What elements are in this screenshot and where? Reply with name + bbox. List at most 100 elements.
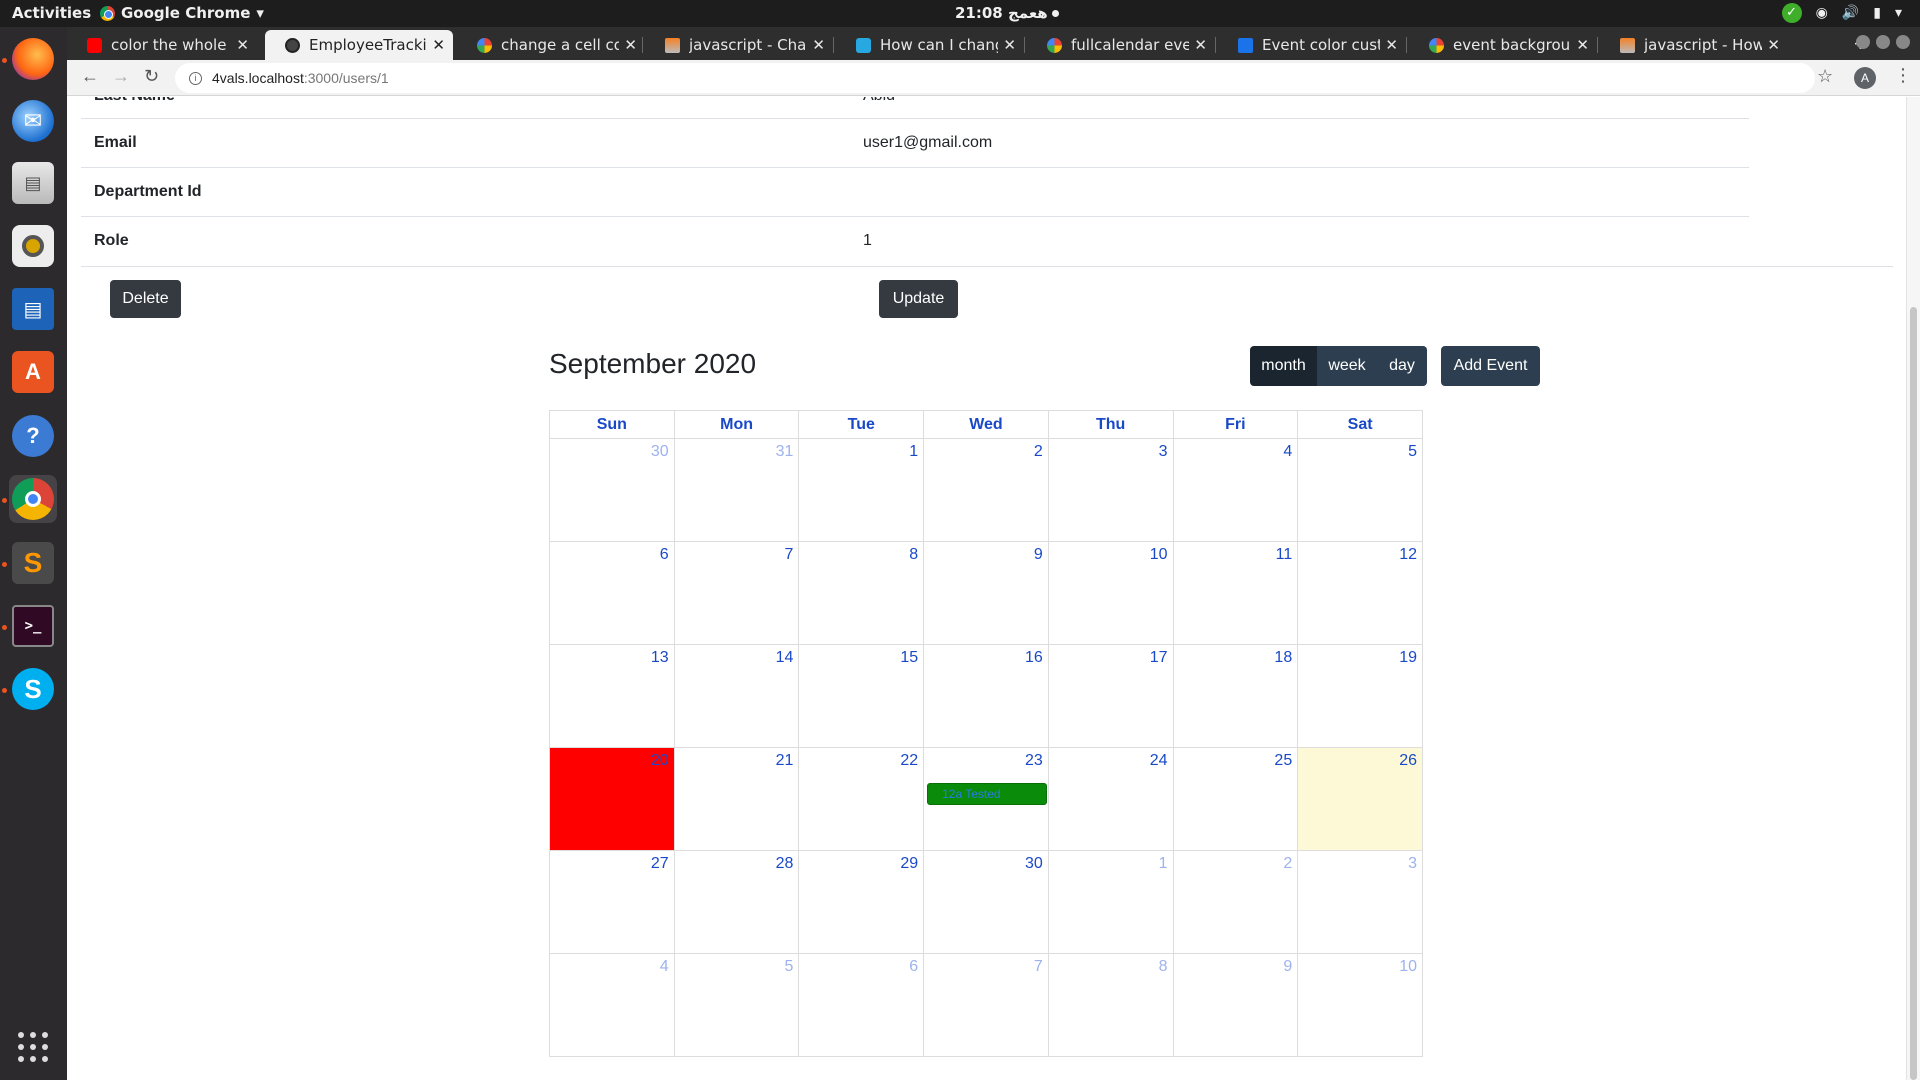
help-launcher[interactable]: ?: [9, 412, 57, 460]
day-number[interactable]: 7: [1034, 958, 1043, 976]
tab-employee-tracking[interactable]: EmployeeTracking ✕: [265, 30, 453, 60]
calendar-day-cell[interactable]: 28: [673, 850, 800, 954]
calendar-day-cell[interactable]: 30: [549, 438, 675, 542]
calendar-day-cell[interactable]: 2: [923, 438, 1049, 542]
day-number[interactable]: 11: [1276, 546, 1293, 564]
tab-javascript-change[interactable]: javascript - Chang ✕: [645, 30, 833, 60]
calendar-day-cell[interactable]: 10: [1297, 953, 1423, 1057]
day-number[interactable]: 10: [1150, 546, 1168, 564]
calendar-day-cell[interactable]: 18: [1172, 644, 1299, 748]
calendar-day-cell[interactable]: 9: [1172, 953, 1299, 1057]
calendar-day-cell[interactable]: 15: [798, 644, 925, 748]
day-number[interactable]: 15: [900, 649, 918, 667]
terminal-launcher[interactable]: >_: [9, 602, 57, 650]
week-view-button[interactable]: week: [1317, 346, 1377, 386]
calendar-day-cell[interactable]: 16: [923, 644, 1049, 748]
calendar-day-cell[interactable]: 13: [549, 644, 675, 748]
day-number[interactable]: 3: [1159, 443, 1168, 461]
close-window-button[interactable]: [1896, 35, 1910, 49]
day-number[interactable]: 3: [1408, 855, 1417, 873]
tab-javascript-how[interactable]: javascript - How d ✕: [1600, 30, 1788, 60]
rhythmbox-launcher[interactable]: [9, 222, 57, 270]
chrome-launcher[interactable]: [9, 475, 57, 523]
software-launcher[interactable]: A: [9, 348, 57, 396]
day-number[interactable]: 1: [909, 443, 918, 461]
files-launcher[interactable]: ▤: [9, 159, 57, 207]
calendar-day-cell[interactable]: 23 12a Tested: [923, 747, 1049, 851]
calendar-day-cell[interactable]: 30: [923, 850, 1049, 954]
tab-event-color-custom[interactable]: Event color custo ✕: [1218, 30, 1406, 60]
calendar-day-cell[interactable]: 6: [549, 541, 675, 645]
calendar-day-cell[interactable]: 31: [673, 438, 800, 542]
close-icon[interactable]: ✕: [1003, 36, 1016, 54]
calendar-day-cell[interactable]: 3: [1297, 850, 1423, 954]
back-icon[interactable]: ←: [81, 66, 99, 87]
calendar-day-cell[interactable]: 22: [798, 747, 925, 851]
day-number[interactable]: 17: [1150, 649, 1168, 667]
day-number[interactable]: 29: [900, 855, 918, 873]
thunderbird-launcher[interactable]: ✉: [9, 97, 57, 145]
calendar-day-cell[interactable]: 1: [1047, 850, 1174, 954]
close-icon[interactable]: ✕: [1385, 36, 1398, 54]
calendar-day-cell[interactable]: 4: [549, 953, 675, 1057]
calendar-day-cell[interactable]: 4: [1172, 438, 1299, 542]
day-view-button[interactable]: day: [1377, 346, 1427, 386]
day-number[interactable]: 7: [785, 546, 794, 564]
close-icon[interactable]: ✕: [1576, 36, 1589, 54]
month-view-button[interactable]: month: [1250, 346, 1317, 386]
close-icon[interactable]: ✕: [812, 36, 825, 54]
day-number[interactable]: 30: [651, 443, 669, 461]
tab-color-the-whole-cell[interactable]: color the whole ce ✕: [67, 30, 257, 60]
calendar-day-cell[interactable]: 1: [798, 438, 925, 542]
writer-launcher[interactable]: ▤: [9, 285, 57, 333]
day-number[interactable]: 8: [1159, 958, 1168, 976]
firefox-launcher[interactable]: [9, 35, 57, 83]
calendar-day-cell[interactable]: 5: [673, 953, 800, 1057]
calendar-event[interactable]: 12a Tested: [927, 783, 1048, 805]
day-number[interactable]: 27: [651, 855, 669, 873]
day-number[interactable]: 6: [660, 546, 669, 564]
day-number[interactable]: 9: [1283, 958, 1292, 976]
delete-button[interactable]: Delete: [110, 280, 181, 318]
tab-event-background[interactable]: event background ✕: [1409, 30, 1597, 60]
calendar-day-cell[interactable]: 26: [1297, 747, 1423, 851]
update-check-icon[interactable]: ✓: [1781, 3, 1802, 23]
calendar-day-cell[interactable]: 11: [1172, 541, 1299, 645]
day-number[interactable]: 14: [776, 649, 794, 667]
calendar-day-cell[interactable]: 8: [798, 541, 925, 645]
day-number[interactable]: 21: [776, 752, 794, 770]
clock[interactable]: 21:08 هعمج: [955, 4, 1059, 22]
day-number[interactable]: 8: [909, 546, 918, 564]
close-icon[interactable]: ✕: [432, 36, 445, 54]
calendar-day-cell[interactable]: 24: [1047, 747, 1174, 851]
calendar-day-cell[interactable]: 27: [549, 850, 675, 954]
calendar-day-cell[interactable]: 14: [673, 644, 800, 748]
activities-button[interactable]: Activities: [12, 4, 91, 22]
calendar-day-cell[interactable]: 3: [1047, 438, 1174, 542]
calendar-day-cell[interactable]: 2: [1172, 850, 1299, 954]
day-number[interactable]: 5: [785, 958, 794, 976]
day-number[interactable]: 16: [1025, 649, 1043, 667]
day-number[interactable]: 25: [1274, 752, 1292, 770]
day-number[interactable]: 5: [1408, 443, 1417, 461]
close-icon[interactable]: ✕: [1767, 36, 1780, 54]
calendar-day-cell[interactable]: 6: [798, 953, 925, 1057]
day-number[interactable]: 10: [1399, 958, 1417, 976]
system-tray[interactable]: ✓ ◉ 🔊 ▮ ▾: [1781, 3, 1902, 23]
forward-icon[interactable]: →: [112, 66, 130, 87]
day-number[interactable]: 26: [1399, 752, 1417, 770]
app-menu[interactable]: Google Chrome ▾: [100, 4, 264, 22]
day-number[interactable]: 24: [1150, 752, 1168, 770]
day-number[interactable]: 2: [1034, 443, 1043, 461]
day-number[interactable]: 20: [651, 752, 669, 770]
tab-change-a-cell-color[interactable]: change a cell color ✕: [457, 30, 645, 60]
calendar-day-cell[interactable]: 5: [1297, 438, 1423, 542]
day-number[interactable]: 28: [776, 855, 794, 873]
update-button[interactable]: Update: [879, 280, 958, 318]
day-number[interactable]: 9: [1034, 546, 1043, 564]
maximize-button[interactable]: [1876, 35, 1890, 49]
tab-how-can-i-change[interactable]: How can I change ✕: [836, 30, 1024, 60]
bookmark-star-icon[interactable]: ☆: [1817, 66, 1833, 87]
calendar-day-cell[interactable]: 17: [1047, 644, 1174, 748]
scrollbar-thumb[interactable]: [1910, 307, 1917, 1080]
